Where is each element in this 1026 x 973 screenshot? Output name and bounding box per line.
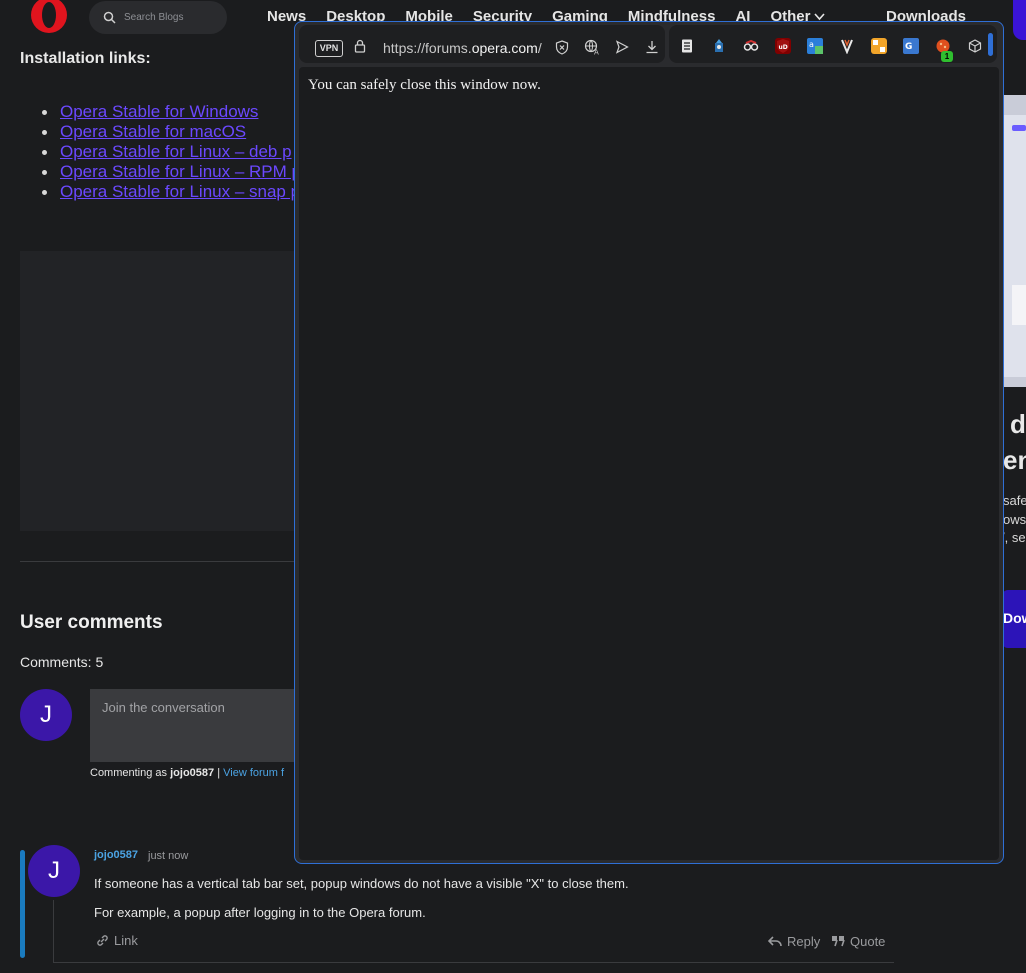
quote-label: Quote (850, 934, 886, 949)
bookmark-extension-icon[interactable] (839, 38, 855, 55)
lock-icon[interactable] (354, 39, 366, 53)
svg-text:A: A (594, 49, 599, 56)
search-icon (103, 11, 116, 24)
avatar: J (20, 689, 72, 741)
preview-detail (1012, 285, 1026, 325)
extensions-cube-icon[interactable] (967, 38, 983, 54)
svg-text:uD: uD (779, 44, 788, 51)
comment-input[interactable]: Join the conversation (90, 689, 300, 762)
divider (20, 561, 300, 562)
comment-avatar: J (28, 845, 80, 897)
svg-text:G: G (905, 42, 912, 52)
list-item: Opera Stable for Linux – RPM p (42, 162, 301, 182)
sidebar-toggle[interactable] (988, 33, 993, 56)
commenting-as: Commenting as jojo0587 | View forum f (90, 767, 284, 779)
link-label: Link (114, 933, 138, 948)
download-icon[interactable] (643, 38, 661, 56)
promo-text-line1: safer (1003, 493, 1026, 508)
reply-button[interactable]: Reply (768, 934, 820, 949)
grid-extension-icon[interactable] (871, 38, 887, 54)
link-opera-linux-deb[interactable]: Opera Stable for Linux – deb p (60, 142, 292, 161)
link-opera-macos[interactable]: Opera Stable for macOS (60, 122, 246, 141)
list-item: Opera Stable for Windows (42, 102, 301, 122)
preview-inner (1004, 115, 1026, 377)
promo-download-button[interactable]: Dow (1002, 590, 1026, 648)
promo-text-line3: /, se (1001, 530, 1026, 545)
opera-logo-icon[interactable] (28, 0, 70, 36)
comment-timestamp: just now (148, 850, 189, 862)
promo-heading-line1: d (1010, 409, 1026, 439)
tampermonkey-extension-icon[interactable] (711, 38, 727, 54)
comment-text-line1: If someone has a vertical tab bar set, p… (94, 876, 629, 891)
google-translate-icon[interactable]: G (903, 38, 919, 54)
list-item: Opera Stable for macOS (42, 122, 301, 142)
header-download-button[interactable] (1013, 0, 1026, 40)
popup-message: You can safely close this window now. (308, 77, 541, 93)
preview-detail (1012, 125, 1026, 131)
ad-placeholder (20, 251, 300, 531)
send-icon[interactable] (613, 38, 631, 56)
url-prefix: https://forums. (383, 40, 472, 56)
comment-accent-bar (20, 850, 25, 958)
quote-icon (832, 936, 845, 947)
address-bar: VPN https://forums.opera.com/ A (299, 25, 665, 63)
vpn-badge[interactable]: VPN (315, 40, 343, 57)
browser-preview-image (1004, 95, 1026, 387)
view-forum-link[interactable]: View forum f (223, 767, 284, 779)
commenting-as-user: jojo0587 (170, 767, 215, 779)
comment-divider (53, 962, 894, 963)
comment-text-line2: For example, a popup after logging in to… (94, 905, 426, 920)
url-field[interactable]: https://forums.opera.com/ (383, 40, 542, 56)
link-icon (97, 935, 108, 946)
extension-badge-count: 1 (941, 51, 953, 62)
translator-extension-icon[interactable]: a (807, 38, 823, 54)
reply-icon (768, 935, 782, 946)
comments-count: Comments: 5 (20, 654, 104, 670)
tracker-shield-icon[interactable] (553, 38, 571, 56)
translate-icon[interactable]: A (583, 38, 601, 56)
ublock-origin-icon[interactable]: uD (775, 38, 791, 54)
quote-button[interactable]: Quote (832, 934, 885, 949)
url-domain: opera.com (471, 40, 538, 56)
comments-title: User comments (20, 612, 163, 633)
svg-text:a: a (809, 40, 814, 49)
promo-heading-line2: en (1003, 445, 1026, 475)
comment-thread-line (53, 900, 54, 962)
comment-username[interactable]: jojo0587 (94, 849, 138, 861)
link-opera-linux-rpm[interactable]: Opera Stable for Linux – RPM p (60, 162, 301, 181)
link-opera-linux-snap[interactable]: Opera Stable for Linux – snap p (60, 182, 300, 201)
promo-text-line2: ows (1003, 512, 1026, 527)
spy-extension-icon[interactable] (743, 38, 759, 54)
search-placeholder: Search Blogs (124, 12, 184, 23)
commenting-as-prefix: Commenting as (90, 767, 168, 779)
popup-content: You can safely close this window now. (299, 67, 999, 860)
list-item: Opera Stable for Linux – snap p (42, 182, 301, 202)
install-heading: Installation links: (20, 50, 151, 67)
commenting-as-separator: | (217, 767, 221, 779)
reply-label: Reply (787, 934, 821, 949)
comment-link-button[interactable]: Link (96, 933, 138, 948)
blog-search-input[interactable]: Search Blogs (89, 1, 227, 34)
chevron-down-icon (814, 12, 826, 20)
link-opera-windows[interactable]: Opera Stable for Windows (60, 102, 258, 121)
download-link-list: Opera Stable for Windows Opera Stable fo… (42, 102, 301, 202)
popup-window: VPN https://forums.opera.com/ A uD a G 1… (294, 21, 1004, 864)
list-item: Opera Stable for Linux – deb p (42, 142, 301, 162)
url-suffix: / (537, 40, 542, 56)
reader-icon[interactable] (679, 38, 695, 54)
